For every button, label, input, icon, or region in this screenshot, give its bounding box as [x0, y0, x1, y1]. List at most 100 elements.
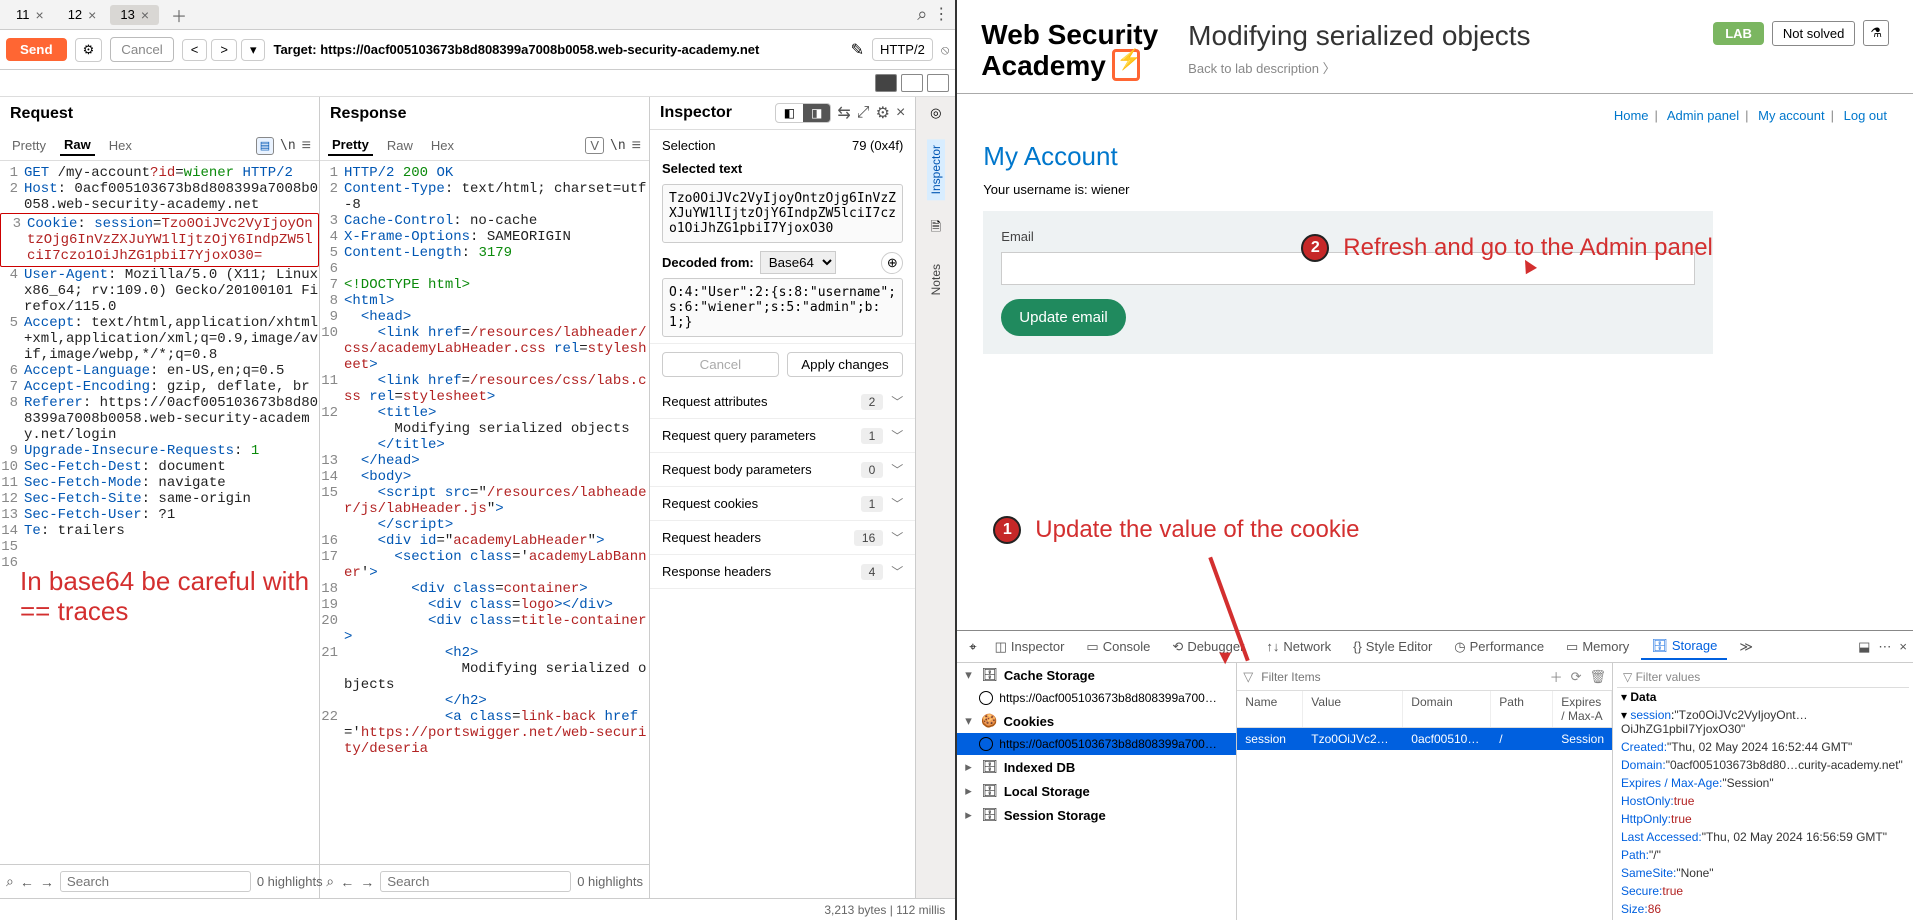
tab-12[interactable]: 12× — [58, 5, 107, 25]
prev-match-icon[interactable]: ← — [20, 872, 34, 892]
tree-ss[interactable]: ▸🗄 Session Storage — [957, 803, 1236, 827]
options-icon[interactable]: ≡ — [632, 137, 641, 155]
next-button[interactable]: > — [211, 39, 237, 61]
filter-input[interactable] — [1261, 670, 1541, 684]
add-decoder-icon[interactable]: ⊕ — [881, 252, 903, 274]
rail-inspector[interactable]: Inspector — [927, 139, 945, 200]
col-domain[interactable]: Domain — [1403, 691, 1491, 727]
http-version[interactable]: HTTP/2 — [872, 38, 933, 61]
tab-console[interactable]: ▭ Console — [1076, 635, 1160, 659]
account-link[interactable]: My account — [1758, 108, 1824, 123]
tree-cache-host[interactable]: https://0acf005103673b8d808399a7008b0058… — [957, 687, 1236, 709]
mode-pretty[interactable]: Pretty — [328, 135, 373, 156]
v-button[interactable]: V — [585, 137, 604, 154]
tree-cookie-host[interactable]: https://0acf005103673b8d808399a7008b0058… — [957, 733, 1236, 755]
close-icon[interactable]: × — [141, 7, 149, 23]
home-link[interactable]: Home — [1614, 108, 1649, 123]
edit-target-icon[interactable]: ✎ — [851, 40, 864, 60]
col-value[interactable]: Value — [1303, 691, 1403, 727]
update-email-button[interactable]: Update email — [1001, 299, 1125, 336]
flask-icon[interactable]: ⚗ — [1863, 20, 1889, 46]
gear-icon[interactable]: ⚙ — [75, 38, 103, 62]
close-icon[interactable]: × — [896, 104, 905, 122]
inspector-row[interactable]: Request attributes2﹀ — [650, 385, 915, 419]
mode-hex[interactable]: Hex — [427, 136, 458, 155]
picker-icon[interactable]: ⌖ — [963, 635, 982, 659]
close-icon[interactable]: × — [1899, 639, 1907, 655]
inspector-row[interactable]: Response headers4﹀ — [650, 555, 915, 589]
tab-style[interactable]: {} Style Editor — [1343, 635, 1442, 658]
layout-single-icon[interactable] — [927, 74, 949, 92]
layout-top-icon[interactable] — [901, 74, 923, 92]
inspector-row[interactable]: Request body parameters0﹀ — [650, 453, 915, 487]
tab-network[interactable]: ↑↓ Network — [1256, 635, 1341, 658]
cancel-button[interactable]: Cancel — [662, 352, 779, 377]
gear-icon[interactable]: ⚙ — [876, 103, 890, 123]
kebab-icon[interactable]: ⋯ — [1878, 639, 1891, 655]
delete-icon[interactable]: 🗑 — [1589, 669, 1606, 685]
col-expires[interactable]: Expires / Max-A — [1553, 691, 1612, 727]
render-icon[interactable]: ▤ — [256, 137, 274, 155]
decode-select[interactable]: Base64 — [760, 251, 836, 274]
next-match-icon[interactable]: → — [360, 872, 374, 892]
inspector-row[interactable]: Request cookies1﹀ — [650, 487, 915, 521]
options-icon[interactable]: ≡ — [302, 137, 311, 155]
logout-link[interactable]: Log out — [1844, 108, 1887, 123]
search-input[interactable] — [380, 871, 571, 892]
mode-raw[interactable]: Raw — [60, 135, 95, 156]
mode-hex[interactable]: Hex — [105, 136, 136, 155]
inspector-row[interactable]: Request query parameters1﹀ — [650, 419, 915, 453]
tab-memory[interactable]: ▭ Memory — [1556, 635, 1639, 659]
next-match-icon[interactable]: → — [40, 872, 54, 892]
collapse-icon[interactable]: ⇆ — [837, 103, 850, 123]
next-dd-button[interactable]: ▾ — [241, 39, 266, 61]
decoded-text[interactable]: O:4:"User":2:{s:8:"username";s:6:"wiener… — [662, 278, 903, 337]
inspector-rail-icon[interactable]: ◎ — [930, 105, 941, 121]
request-editor[interactable]: 1GET /my-account?id=wiener HTTP/2 2Host:… — [0, 161, 319, 864]
layout-seg[interactable]: ◧◨ — [775, 103, 832, 123]
prev-button[interactable]: < — [182, 39, 208, 61]
selected-text[interactable]: Tzo0OiJVc2VyIjoyOntzOjg6InVzZXJuYW1lIjtz… — [662, 184, 903, 243]
rail-notes[interactable]: Notes — [927, 258, 945, 301]
search-input[interactable] — [60, 871, 251, 892]
refresh-icon[interactable]: ⟳ — [1571, 669, 1582, 685]
close-icon[interactable]: × — [36, 7, 44, 23]
tab-inspector[interactable]: ◫ Inspector — [985, 635, 1075, 659]
search-icon[interactable]: ⌕ — [326, 872, 334, 892]
add-icon[interactable]: ＋ — [1550, 667, 1563, 686]
cancel-button[interactable]: Cancel — [110, 37, 174, 62]
tabs-overflow-icon[interactable]: ≫ — [1729, 635, 1763, 659]
newline-icon[interactable]: \n — [280, 138, 296, 153]
tab-storage[interactable]: 🗄 Storage — [1641, 634, 1727, 660]
tree-cache[interactable]: ▾🗄 Cache Storage — [957, 663, 1236, 687]
response-editor[interactable]: 1HTTP/2 200 OK 2Content-Type: text/html;… — [320, 161, 649, 864]
tree-ls[interactable]: ▸🗄 Local Storage — [957, 779, 1236, 803]
dock-icon[interactable]: ⬓ — [1858, 639, 1870, 655]
back-link[interactable]: Back to lab description 〉 — [1188, 58, 1335, 77]
close-icon[interactable]: × — [88, 7, 96, 23]
newline-icon[interactable]: \n — [610, 138, 626, 153]
inspector-row[interactable]: Request headers16﹀ — [650, 521, 915, 555]
mode-pretty[interactable]: Pretty — [8, 136, 50, 155]
notes-rail-icon[interactable]: 🗎 — [931, 218, 941, 240]
tree-idb[interactable]: ▸🗄 Indexed DB — [957, 755, 1236, 779]
tab-13[interactable]: 13× — [110, 5, 159, 25]
layout-split-icon[interactable] — [875, 74, 897, 92]
add-tab-icon[interactable]: ＋ — [163, 1, 195, 29]
tab-11[interactable]: 11× — [6, 5, 54, 25]
col-name[interactable]: Name — [1237, 691, 1303, 727]
search-icon[interactable]: ⌕ — [6, 872, 14, 892]
tree-cookies[interactable]: ▾🍪 Cookies — [957, 709, 1236, 733]
search-icon[interactable]: ⌕ — [917, 4, 927, 25]
mode-raw[interactable]: Raw — [383, 136, 417, 155]
tab-perf[interactable]: ◷ Performance — [1444, 635, 1554, 659]
expand-icon[interactable]: ⤢ — [857, 104, 870, 122]
apply-button[interactable]: Apply changes — [787, 352, 904, 377]
cookie-row[interactable]: session Tzo0OiJVc2VyIj… 0acf005103… / Se… — [1237, 728, 1612, 750]
col-path[interactable]: Path — [1491, 691, 1553, 727]
admin-link[interactable]: Admin panel — [1667, 108, 1739, 123]
send-button[interactable]: Send — [6, 38, 67, 61]
prev-match-icon[interactable]: ← — [340, 872, 354, 892]
toggle-icon[interactable]: ⦸ — [941, 42, 949, 58]
kebab-icon[interactable]: ⋮ — [933, 4, 949, 25]
